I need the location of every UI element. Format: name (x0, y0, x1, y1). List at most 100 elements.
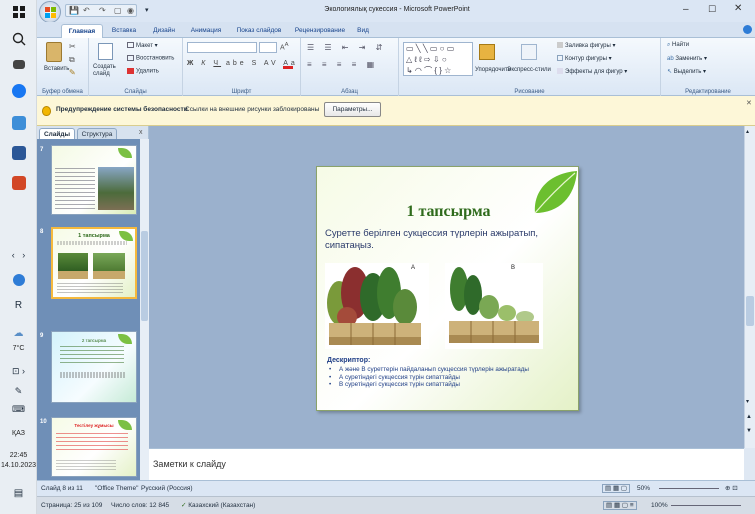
minimize-button[interactable]: – (683, 4, 689, 15)
group-label-paragraph: Абзац (341, 89, 358, 95)
new-slide-button[interactable]: Создать слайд (93, 64, 123, 78)
canvas-scrollbar[interactable]: ▴ ▾ ▲ ▼ (744, 126, 755, 448)
slide-thumbnail-9[interactable]: 2 тапсырма (51, 331, 137, 403)
paste-icon[interactable] (46, 42, 62, 62)
scroll-down-icon[interactable]: ▾ (746, 398, 749, 405)
status-bar: Слайд 8 из 11 "Office Theme" Русский (Ро… (37, 480, 755, 496)
grow-font-icon[interactable]: AA (280, 42, 289, 51)
tab-design[interactable]: Дизайн (146, 24, 182, 38)
slide-thumbnail-8[interactable]: 1 тапсырма (51, 227, 137, 299)
new-slide-icon[interactable]: ▢ (114, 6, 122, 15)
word-status-bar: Страница: 25 из 109 Число слов: 12 845 ✓… (37, 496, 755, 514)
word-zoom[interactable]: 100% (651, 498, 668, 514)
system-tray-icon[interactable]: ⊡ › (0, 366, 37, 377)
tab-view[interactable]: Вид (353, 24, 373, 38)
help-icon[interactable] (0, 274, 37, 288)
notifications-icon[interactable]: ▤ (0, 488, 37, 499)
font-size-select[interactable] (259, 42, 277, 53)
tab-slideshow[interactable]: Показ слайдов (231, 24, 287, 38)
next-slide-icon[interactable]: ▼ (746, 428, 752, 434)
slide-thumbnail-10[interactable]: Тестілеу жұмысы (51, 417, 137, 477)
shape-fill-button[interactable]: Заливка фигуры ▾ (557, 42, 616, 49)
quick-styles-icon[interactable] (521, 44, 537, 60)
word-language[interactable]: ✓ Казахский (Казахстан) (181, 498, 255, 514)
shape-effects-button[interactable]: Эффекты для фигур ▾ (557, 68, 627, 75)
zoom-slider[interactable] (659, 481, 719, 497)
tab-review[interactable]: Рецензирование (289, 24, 351, 38)
new-slide-icon[interactable] (98, 43, 113, 60)
taskbar-arrows-icon[interactable]: ‹ › (0, 250, 37, 260)
notes-pane[interactable]: Заметки к слайду (149, 448, 744, 480)
windows-start-icon[interactable] (0, 6, 37, 20)
current-slide[interactable]: 1 тапсырма Суретте берілген сукцессия тү… (316, 166, 579, 411)
keyboard-icon[interactable]: ⌨ (0, 404, 37, 415)
arrange-icon[interactable] (479, 44, 495, 60)
office-button[interactable] (39, 1, 61, 23)
cut-icon[interactable]: ✂ (69, 42, 76, 51)
find-button[interactable]: ⌕ Найти (667, 42, 689, 49)
maximize-button[interactable]: ☐ (708, 4, 716, 15)
slideshow-icon[interactable]: ◉ (127, 6, 134, 15)
status-language[interactable]: Русский (Россия) (141, 481, 193, 497)
panel-scrollbar[interactable] (140, 139, 149, 480)
panel-scroll-thumb[interactable] (141, 231, 148, 321)
reset-button[interactable]: Восстановить (127, 55, 174, 62)
close-warning-icon[interactable]: ✕ (746, 99, 752, 107)
app-icon-blue[interactable] (0, 116, 37, 132)
qat-dropdown-icon[interactable]: ▾ (145, 6, 149, 14)
close-panel-icon[interactable]: x (139, 129, 143, 136)
delete-slide-button[interactable]: Удалить (127, 68, 159, 75)
format-painter-icon[interactable]: ✎ (69, 68, 76, 77)
layout-button[interactable]: Макет ▾ (127, 42, 158, 49)
shapes-gallery[interactable]: ▭ ╲ ╲ ▭ ○ ▭ △ ℓ ℓ ⇨ ⇩ ○ ↳ ◠ ⌒ { } ☆ (403, 42, 473, 76)
word-view-buttons[interactable]: ▤ ▦ ▢ ≡ (603, 498, 637, 514)
undo-icon[interactable]: ↶ (83, 6, 90, 15)
powerpoint-icon[interactable] (0, 176, 37, 192)
canvas-scroll-thumb[interactable] (746, 296, 754, 326)
zoom-level[interactable]: 50% (637, 481, 650, 497)
font-color-icon[interactable] (283, 60, 293, 69)
group-label-editing: Редактирование (685, 89, 731, 95)
quick-styles-button[interactable]: Экспресс-стили (507, 67, 551, 73)
font-name-select[interactable] (187, 42, 257, 53)
pen-icon[interactable]: ✎ (0, 386, 37, 397)
facebook-icon[interactable] (0, 84, 37, 100)
view-buttons[interactable]: ▤ ▦ ▢ (602, 481, 631, 497)
succession-image-b[interactable]: B (445, 263, 543, 349)
taskview-icon[interactable] (0, 60, 37, 71)
select-button[interactable]: ↖ Выделить ▾ (667, 68, 706, 75)
tab-home[interactable]: Главная (61, 24, 103, 38)
copy-icon[interactable]: ⧉ (69, 55, 75, 65)
weather-icon[interactable]: ☁ (0, 328, 37, 339)
tab-insert[interactable]: Вставка (104, 24, 144, 38)
shape-outline-button[interactable]: Контур фигуры ▾ (557, 55, 612, 62)
replace-button[interactable]: ab Заменить ▾ (667, 55, 707, 62)
paste-button[interactable]: Вставить (44, 66, 69, 72)
word-count[interactable]: Число слов: 12 845 (111, 498, 169, 514)
arrange-button[interactable]: Упорядочить (475, 67, 511, 73)
close-button[interactable]: ✕ (734, 3, 742, 14)
tab-slides[interactable]: Слайды (39, 128, 75, 139)
security-options-button[interactable]: Параметры... (324, 102, 381, 117)
fit-slide-icon[interactable]: ⊕ ⊡ (725, 481, 738, 497)
search-icon[interactable] (0, 32, 37, 48)
prev-slide-icon[interactable]: ▲ (746, 414, 752, 420)
font-format-buttons[interactable]: Ж К Ч abe S AV Aa (187, 60, 298, 67)
help-icon[interactable] (743, 25, 752, 34)
succession-image-a[interactable]: A (325, 263, 429, 349)
save-icon[interactable]: 💾 (69, 6, 79, 15)
word-page[interactable]: Страница: 25 из 109 (41, 498, 102, 514)
clock-time[interactable]: 22:45 (0, 452, 37, 459)
clock-date[interactable]: 14.10.2023 (0, 462, 37, 469)
people-icon[interactable]: R (0, 300, 37, 311)
word-zoom-slider[interactable] (671, 498, 741, 514)
align-buttons[interactable]: ≡ ≡ ≡ ≡ ▦ (307, 60, 378, 69)
input-language[interactable]: ҚАЗ (0, 430, 37, 437)
word-icon[interactable] (0, 146, 37, 162)
tab-animation[interactable]: Анимация (183, 24, 229, 38)
list-buttons[interactable]: ☰ ☰ ⇤ ⇥ ⇵ (307, 43, 386, 52)
redo-icon[interactable]: ↷ (99, 6, 106, 15)
scroll-up-icon[interactable]: ▴ (746, 128, 749, 135)
slide-thumbnail-7[interactable] (51, 145, 137, 215)
tab-outline[interactable]: Структура (77, 128, 117, 139)
